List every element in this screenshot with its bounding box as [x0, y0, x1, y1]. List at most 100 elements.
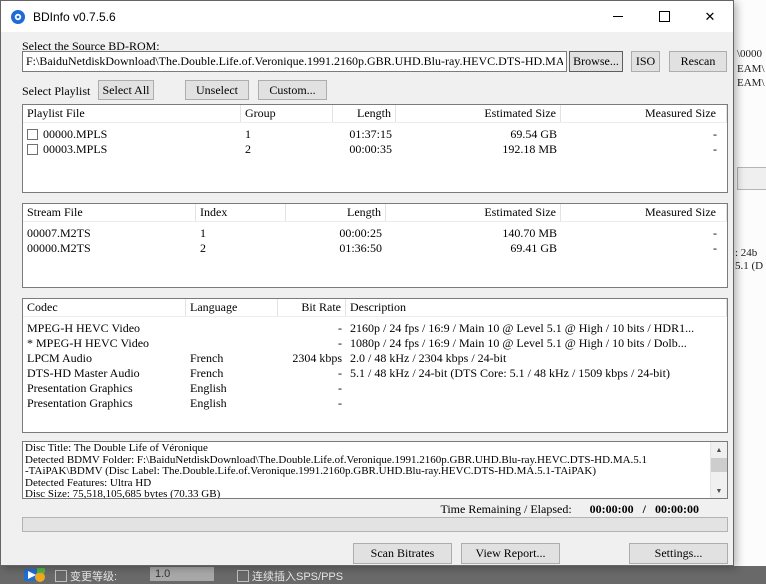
- scrollbar-thumb[interactable]: [711, 458, 727, 472]
- stream-row-cell: -: [713, 241, 717, 255]
- codec-row-cell: [186, 336, 278, 351]
- codec-row-cell: [346, 396, 727, 411]
- stream-row-cell: 01:36:50: [339, 241, 382, 255]
- codec-row-cell: -: [338, 381, 342, 395]
- playlist-row[interactable]: 00000.MPLS 1 01:37:15 69.54 GB -: [23, 127, 727, 142]
- scan-log[interactable]: Disc Title: The Double Life of Véronique…: [22, 441, 728, 499]
- playlist-row-cell: 01:37:15: [349, 127, 392, 141]
- settings-button[interactable]: Settings...: [629, 543, 728, 564]
- source-path-input[interactable]: [22, 51, 567, 72]
- close-icon: ✕: [704, 9, 716, 24]
- maximize-icon: [658, 11, 670, 22]
- stream-row-cell: 00000.M2TS: [27, 241, 91, 255]
- playlist-row-cell: 00000.MPLS: [23, 127, 241, 142]
- minimize-icon: [613, 16, 623, 17]
- log-line: -TAiPAK\BDMV (Disc Label: The.Double.Lif…: [25, 465, 597, 477]
- codec-row[interactable]: * MPEG-H HEVC Video -1080p / 24 fps / 16:…: [23, 336, 727, 351]
- level-checkbox[interactable]: [55, 570, 67, 582]
- column-measured-size[interactable]: Measured Size: [561, 204, 727, 221]
- codec-row-cell: -: [338, 396, 342, 410]
- bdinfo-window: BDInfo v0.7.5.6 ✕ Select the Source BD-R…: [0, 0, 734, 566]
- playlist-row[interactable]: 00003.MPLS 2 00:00:35 192.18 MB -: [23, 142, 727, 157]
- codec-row-cell: French: [190, 351, 224, 365]
- view-report-button[interactable]: View Report...: [461, 543, 560, 564]
- stream-row-cell: 00007.M2TS: [27, 226, 91, 240]
- select-playlist-label: Select Playlist: [22, 84, 91, 98]
- column-estimated-size[interactable]: Estimated Size: [386, 204, 561, 221]
- stream-row-cell: -: [713, 226, 717, 240]
- playlist-row-cell: -: [713, 142, 717, 156]
- title-bar[interactable]: BDInfo v0.7.5.6 ✕: [1, 1, 733, 32]
- unselect-button[interactable]: Unselect: [185, 80, 249, 100]
- playlist-row-cell: -: [713, 127, 717, 141]
- browse-button[interactable]: Browse...: [569, 51, 623, 72]
- stream-row-cell: 140.70 MB: [502, 226, 557, 240]
- scan-bitrates-button[interactable]: Scan Bitrates: [353, 543, 452, 564]
- codec-row-cell: English: [190, 381, 227, 395]
- stream-row[interactable]: 00000.M2TS 2 01:36:50 69.41 GB -: [23, 241, 727, 256]
- background-button-edge: [737, 167, 766, 190]
- playlist-row-cell: 00003.MPLS: [23, 142, 241, 157]
- background-text-fragment: : 24b: [735, 247, 758, 259]
- column-language[interactable]: Language: [186, 299, 278, 316]
- scroll-down-icon[interactable]: ▼: [711, 483, 727, 498]
- column-measured-size[interactable]: Measured Size: [561, 105, 727, 122]
- codec-row[interactable]: LPCM Audio French 2304 kbps 2.0 / 48 kHz / …: [23, 351, 727, 366]
- minimize-button[interactable]: [595, 1, 641, 32]
- codec-row[interactable]: MPEG-H HEVC Video -2160p / 24 fps / 16:9 …: [23, 321, 727, 336]
- codec-row-cell: 2160p / 24 fps / 16:9 / Main 10 @ Level …: [350, 321, 695, 335]
- select-all-button[interactable]: Select All: [98, 80, 154, 100]
- codec-row-cell: 2.0 / 48 kHz / 2304 kbps / 24-bit: [350, 351, 507, 365]
- column-estimated-size[interactable]: Estimated Size: [396, 105, 561, 122]
- codec-row-cell: 1080p / 24 fps / 16:9 / Main 10 @ Level …: [350, 336, 687, 350]
- codec-row-cell: * MPEG-H HEVC Video: [27, 336, 150, 350]
- time-separator: /: [642, 502, 646, 516]
- column-codec[interactable]: Codec: [23, 299, 186, 316]
- scroll-up-icon[interactable]: ▲: [711, 442, 727, 457]
- column-playlist-file[interactable]: Playlist File: [23, 105, 241, 122]
- codec-row-cell: Presentation Graphics: [27, 381, 133, 395]
- column-group[interactable]: Group: [241, 105, 333, 122]
- codec-row-cell: Presentation Graphics: [27, 396, 133, 410]
- time-status: Time Remaining / Elapsed: 00:00:00 / 00:…: [440, 502, 699, 517]
- codec-row[interactable]: Presentation Graphics English -: [23, 381, 727, 396]
- playlist-table-body: 00000.MPLS 1 01:37:15 69.54 GB -00003.MPLS 2 0…: [23, 123, 727, 157]
- time-label: Time Remaining / Elapsed:: [440, 502, 572, 516]
- column-index[interactable]: Index: [196, 204, 286, 221]
- column-stream-file[interactable]: Stream File: [23, 204, 196, 221]
- rescan-button[interactable]: Rescan: [669, 51, 727, 72]
- column-description[interactable]: Description: [346, 299, 727, 316]
- codec-row-cell: 2304 kbps: [292, 351, 342, 365]
- maximize-button[interactable]: [641, 1, 687, 32]
- scan-log-text: Disc Title: The Double Life of Véronique…: [25, 443, 709, 498]
- iso-button[interactable]: ISO: [631, 51, 660, 72]
- background-text-fragment: \0000: [737, 48, 763, 60]
- codec-row[interactable]: Presentation Graphics English -: [23, 396, 727, 411]
- codec-table-body: MPEG-H HEVC Video -2160p / 24 fps / 16:9 …: [23, 317, 727, 411]
- log-line: Disc Title: The Double Life of Véronique: [25, 443, 208, 454]
- custom-button[interactable]: Custom...: [258, 80, 327, 100]
- playlist-table: Playlist File Group Length Estimated Siz…: [22, 104, 728, 193]
- screen: \0000 EAM\ EAM\ : 24b 5.1 (D 变更等级: 1.0 连…: [0, 0, 766, 584]
- close-button[interactable]: ✕: [687, 1, 733, 32]
- time-elapsed: 00:00:00: [655, 502, 699, 516]
- row-checkbox[interactable]: [27, 144, 38, 155]
- codec-row-cell: [346, 381, 727, 396]
- row-checkbox[interactable]: [27, 129, 38, 140]
- column-bit-rate[interactable]: Bit Rate: [278, 299, 346, 316]
- codec-row[interactable]: DTS-HD Master Audio French -5.1 / 48 kHz /…: [23, 366, 727, 381]
- sps-checkbox[interactable]: [237, 570, 249, 582]
- codec-row-cell: 5.1 / 48 kHz / 24-bit (DTS Core: 5.1 / 4…: [350, 366, 670, 380]
- log-scrollbar[interactable]: ▲ ▼: [710, 442, 727, 498]
- codec-table-header: Codec Language Bit Rate Description: [23, 299, 727, 317]
- codec-row-cell: [186, 321, 278, 336]
- codec-table: Codec Language Bit Rate Description MPEG…: [22, 298, 728, 433]
- column-length[interactable]: Length: [333, 105, 396, 122]
- level-select[interactable]: 1.0: [150, 567, 214, 581]
- codec-row-cell: French: [190, 366, 224, 380]
- log-line: Disc Size: 75,518,105,685 bytes (70.33 G…: [25, 488, 221, 498]
- column-length[interactable]: Length: [286, 204, 386, 221]
- stream-row[interactable]: 00007.M2TS 1 00:00:25 140.70 MB -: [23, 226, 727, 241]
- playlist-row-cell: 2: [245, 142, 251, 156]
- sps-label: 连续插入SPS/PPS: [252, 571, 344, 583]
